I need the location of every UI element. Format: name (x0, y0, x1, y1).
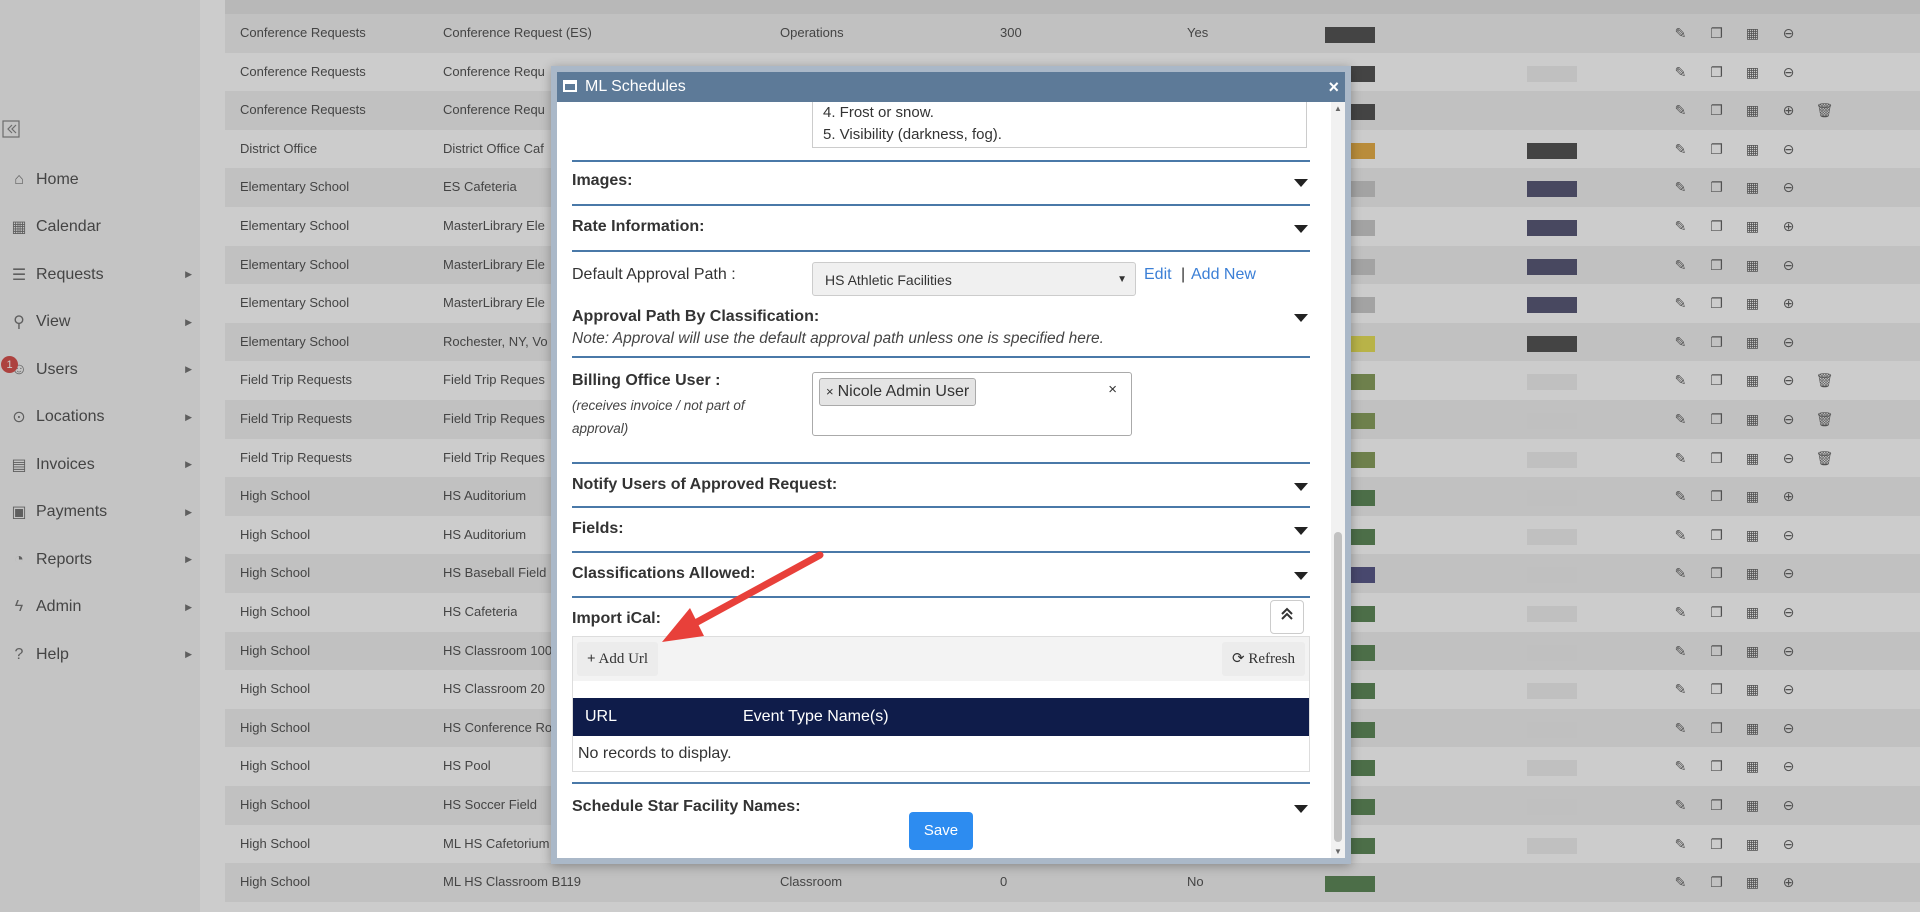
refresh-icon: ⟳ (1232, 651, 1245, 667)
plus-icon: + (587, 651, 596, 667)
default-approval-label: Default Approval Path : (572, 266, 736, 283)
ical-toolbar: + Add Url ⟳ Refresh (573, 637, 1309, 681)
billing-office-note: (receives invoice / not part of approval… (572, 398, 745, 436)
images-section[interactable]: Images: (572, 162, 1310, 206)
dialog-title: ML Schedules (585, 78, 686, 95)
clear-selection-icon[interactable]: × (1108, 381, 1117, 398)
notify-users-label: Notify Users of Approved Request: (572, 476, 838, 493)
collapse-up-icon[interactable] (1270, 600, 1304, 634)
textarea-section-divider (572, 102, 1310, 162)
caret-down-icon[interactable] (1294, 483, 1308, 491)
schedule-star-label: Schedule Star Facility Names: (572, 798, 801, 815)
add-url-label: Add Url (598, 651, 649, 667)
link-separator: | (1181, 266, 1186, 283)
column-event-type[interactable]: Event Type Name(s) (743, 698, 889, 736)
selected-user-name: Nicole Admin User (837, 383, 970, 400)
ical-grid: + Add Url ⟳ Refresh URL Event Type Name(… (572, 636, 1310, 772)
caret-down-icon[interactable] (1294, 527, 1308, 535)
billing-office-label: Billing Office User : (572, 372, 721, 389)
save-button[interactable]: Save (909, 812, 973, 850)
refresh-label: Refresh (1248, 651, 1295, 667)
chevron-down-icon: ▼ (1117, 274, 1127, 285)
ml-schedules-dialog: ML Schedules × 4. Frost or snow. 5. Visi… (551, 66, 1351, 864)
fields-label: Fields: (572, 520, 624, 537)
classifications-label: Classifications Allowed: (572, 565, 756, 582)
refresh-button[interactable]: ⟳ Refresh (1222, 642, 1305, 676)
column-url[interactable]: URL (585, 698, 617, 736)
caret-down-icon[interactable] (1294, 225, 1308, 233)
approval-classification-section[interactable]: Approval Path By Classification: Note: A… (572, 300, 1310, 358)
window-icon (563, 80, 577, 92)
fields-section[interactable]: Fields: (572, 508, 1310, 553)
rate-information-section[interactable]: Rate Information: (572, 206, 1310, 252)
billing-office-section: Billing Office User : (receives invoice … (572, 358, 1310, 462)
caret-down-icon[interactable] (1294, 805, 1308, 813)
caret-down-icon[interactable] (1294, 314, 1308, 322)
edit-approval-link[interactable]: Edit (1144, 266, 1172, 284)
approval-classification-note: Note: Approval will use the default appr… (572, 330, 1104, 347)
dialog-titlebar[interactable]: ML Schedules × (557, 72, 1345, 102)
billing-user-multiselect[interactable]: × Nicole Admin User × (812, 372, 1132, 436)
classifications-section[interactable]: Classifications Allowed: (572, 553, 1310, 598)
caret-down-icon[interactable] (1294, 179, 1308, 187)
remove-tag-icon[interactable]: × (826, 384, 834, 399)
dialog-scrollbar[interactable]: ▲ ▼ (1331, 102, 1345, 858)
selected-user-tag: × Nicole Admin User (819, 378, 977, 406)
default-approval-value: HS Athletic Facilities (825, 272, 952, 288)
add-url-button[interactable]: + Add Url (577, 642, 659, 676)
scroll-down-icon[interactable]: ▼ (1334, 847, 1342, 856)
caret-down-icon[interactable] (1294, 572, 1308, 580)
add-new-approval-link[interactable]: Add New (1191, 266, 1256, 284)
no-records-message: No records to display. (578, 745, 732, 762)
close-icon[interactable]: × (1328, 72, 1339, 102)
scroll-up-icon[interactable]: ▲ (1334, 104, 1342, 113)
ical-grid-header: URL Event Type Name(s) (573, 698, 1309, 736)
import-ical-label: Import iCal: (572, 610, 661, 627)
images-label: Images: (572, 172, 633, 189)
scrollbar-thumb[interactable] (1334, 532, 1342, 842)
notify-users-section[interactable]: Notify Users of Approved Request: (572, 462, 1310, 508)
default-approval-select[interactable]: HS Athletic Facilities ▼ (812, 262, 1136, 296)
dialog-body: 4. Frost or snow. 5. Visibility (darknes… (557, 102, 1345, 858)
rate-information-label: Rate Information: (572, 218, 705, 235)
approval-classification-label: Approval Path By Classification: (572, 308, 820, 325)
